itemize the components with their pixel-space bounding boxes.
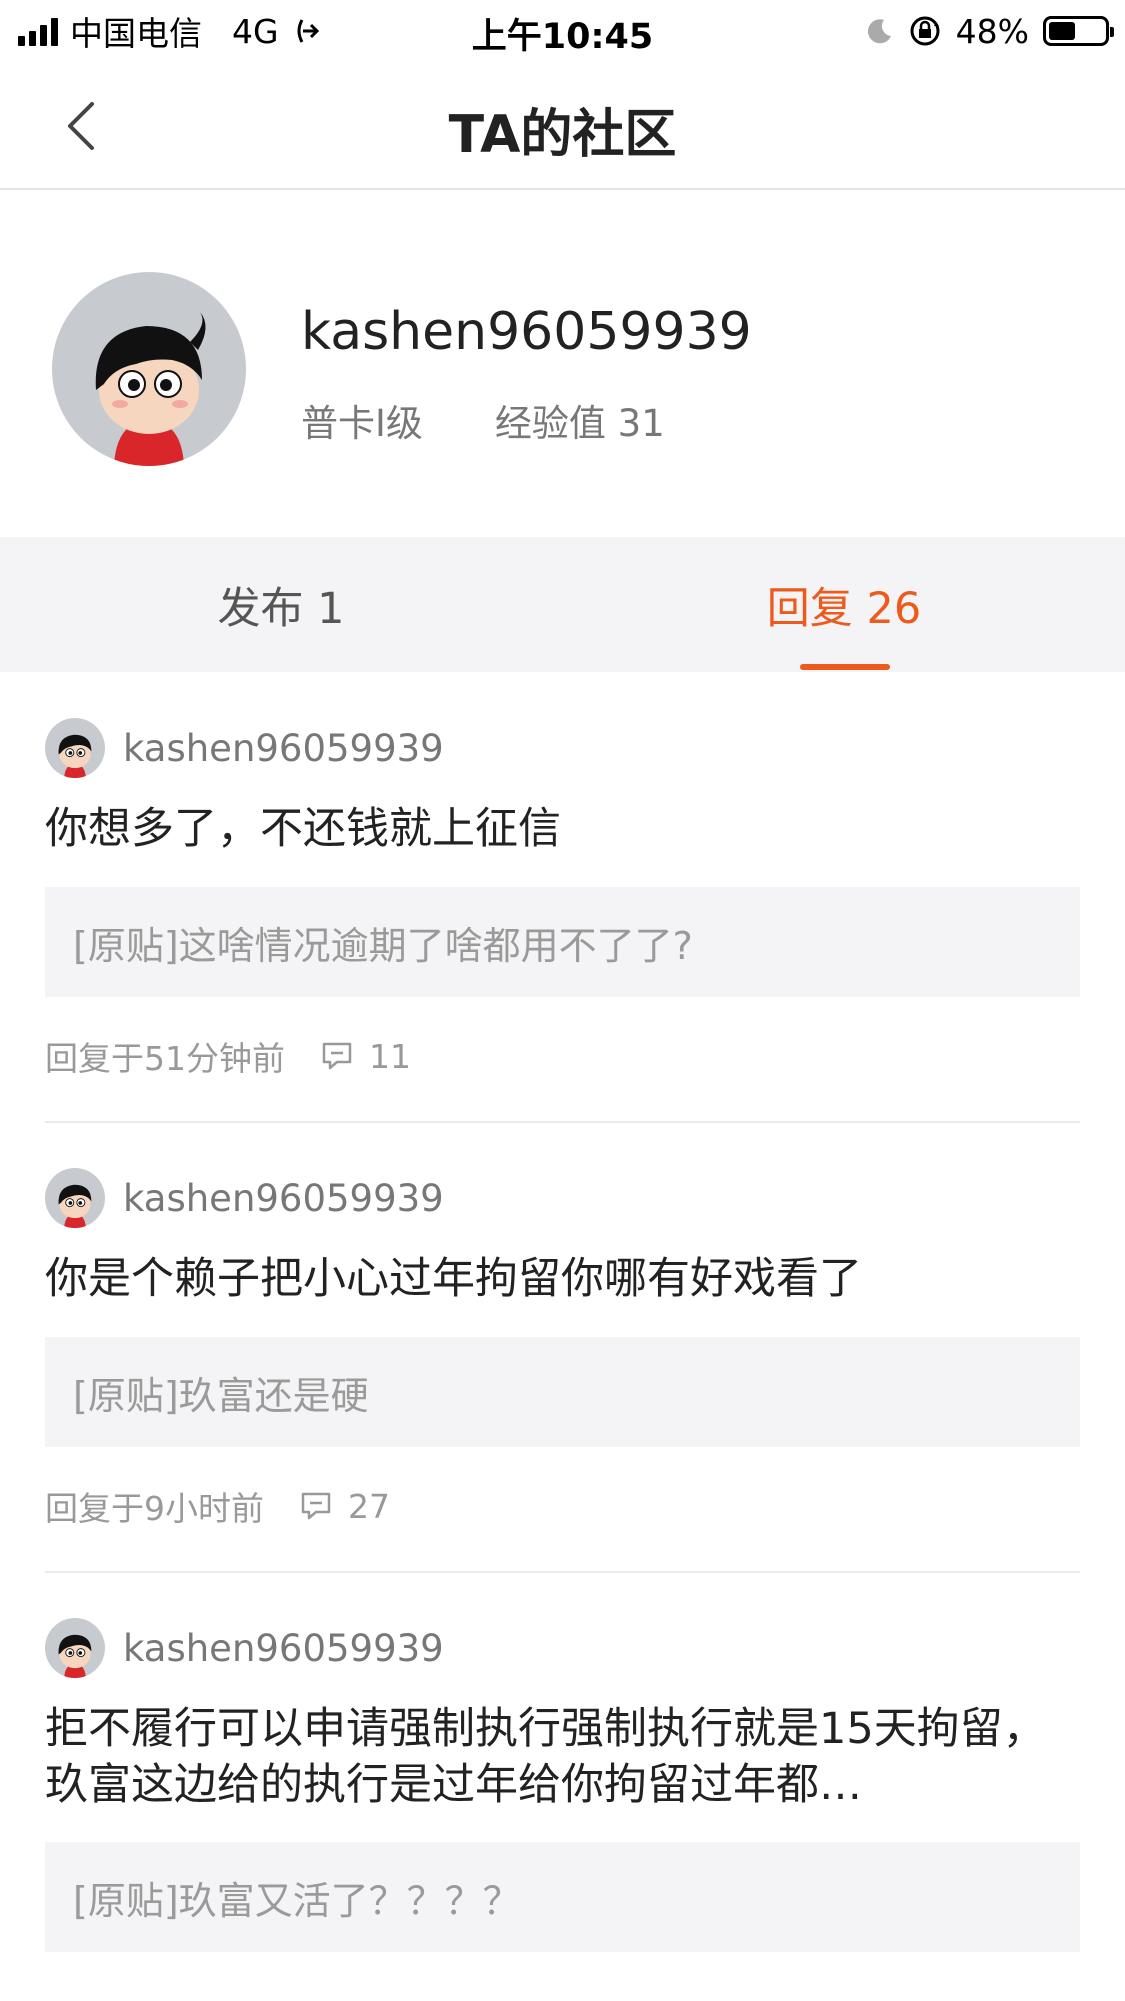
original-post-link[interactable]: [原贴]玖富还是硬: [45, 1337, 1080, 1447]
experience-value: 经验值 31: [494, 402, 665, 445]
profile-header: kashen96059939 普卡I级 经验值 31: [0, 190, 1125, 536]
orientation-lock-icon: [910, 16, 940, 46]
avatar-image: [52, 272, 246, 466]
page: 中国电信 4G 上午10:45 48% TA的社区 kashen96059939…: [0, 0, 1125, 2001]
battery-fill: [1049, 22, 1075, 40]
moon-icon: [867, 19, 891, 44]
member-level: 普卡I级: [301, 402, 423, 445]
avatar[interactable]: [45, 1168, 105, 1228]
profile-username: kashen96059939: [301, 302, 752, 362]
nav-bar: TA的社区: [0, 62, 1125, 190]
reply-content: 你想多了，不还钱就上征信: [45, 804, 561, 854]
reply-time: 回复于51分钟前: [45, 1039, 285, 1078]
comment-icon: [300, 1488, 336, 1524]
comment-count: 11: [369, 1036, 411, 1076]
avatar[interactable]: [45, 1618, 105, 1678]
list-item[interactable]: kashen96059939 你是个赖子把小心过年拘留你哪有好戏看了 [原贴]玖…: [45, 1167, 1080, 1567]
divider: [45, 1121, 1080, 1123]
divider: [45, 1571, 1080, 1573]
reply-username: kashen96059939: [123, 726, 444, 770]
battery-percent: 48%: [955, 11, 1029, 51]
comment-icon: [321, 1038, 357, 1074]
reply-username: kashen96059939: [123, 1626, 444, 1670]
tab-reply[interactable]: 回复 26: [563, 537, 1125, 672]
status-bar: 中国电信 4G 上午10:45 48%: [0, 0, 1125, 62]
original-post-link[interactable]: [原贴]这啥情况逾期了啥都用不了了?: [45, 887, 1080, 997]
status-right: 48%: [864, 10, 1114, 52]
avatar[interactable]: [52, 272, 246, 466]
battery-icon: [1043, 16, 1114, 46]
reply-footer: 回复于9小时前 27: [45, 1482, 390, 1530]
avatar[interactable]: [45, 718, 105, 778]
reply-user: kashen96059939: [45, 1167, 444, 1229]
avatar-image: [45, 1618, 105, 1678]
active-tab-indicator: [800, 664, 890, 670]
reply-time: 回复于9小时前: [45, 1489, 264, 1528]
list-item[interactable]: kashen96059939 你想多了，不还钱就上征信 [原贴]这啥情况逾期了啥…: [45, 717, 1080, 1117]
reply-username: kashen96059939: [123, 1176, 444, 1220]
comment-count: 27: [348, 1486, 390, 1526]
tab-bar: 发布 1 回复 26: [0, 537, 1125, 672]
reply-content: 你是个赖子把小心过年拘留你哪有好戏看了: [45, 1254, 862, 1304]
page-title: TA的社区: [448, 105, 677, 165]
list-item[interactable]: kashen96059939 拒不履行可以申请强制执行强制执行就是15天拘留，玖…: [45, 1617, 1080, 2001]
reply-footer: 回复于51分钟前 11: [45, 1032, 411, 1080]
original-post-link[interactable]: [原贴]玖富又活了？？？？: [45, 1842, 1080, 1952]
tab-publish[interactable]: 发布 1: [0, 537, 562, 672]
reply-user: kashen96059939: [45, 717, 444, 779]
profile-meta: 普卡I级 经验值 31: [301, 393, 665, 447]
avatar-image: [45, 1168, 105, 1228]
avatar-image: [45, 718, 105, 778]
reply-content: 拒不履行可以申请强制执行强制执行就是15天拘留，玖富这边给的执行是过年给你拘留过…: [45, 1704, 1046, 1810]
reply-user: kashen96059939: [45, 1617, 444, 1679]
